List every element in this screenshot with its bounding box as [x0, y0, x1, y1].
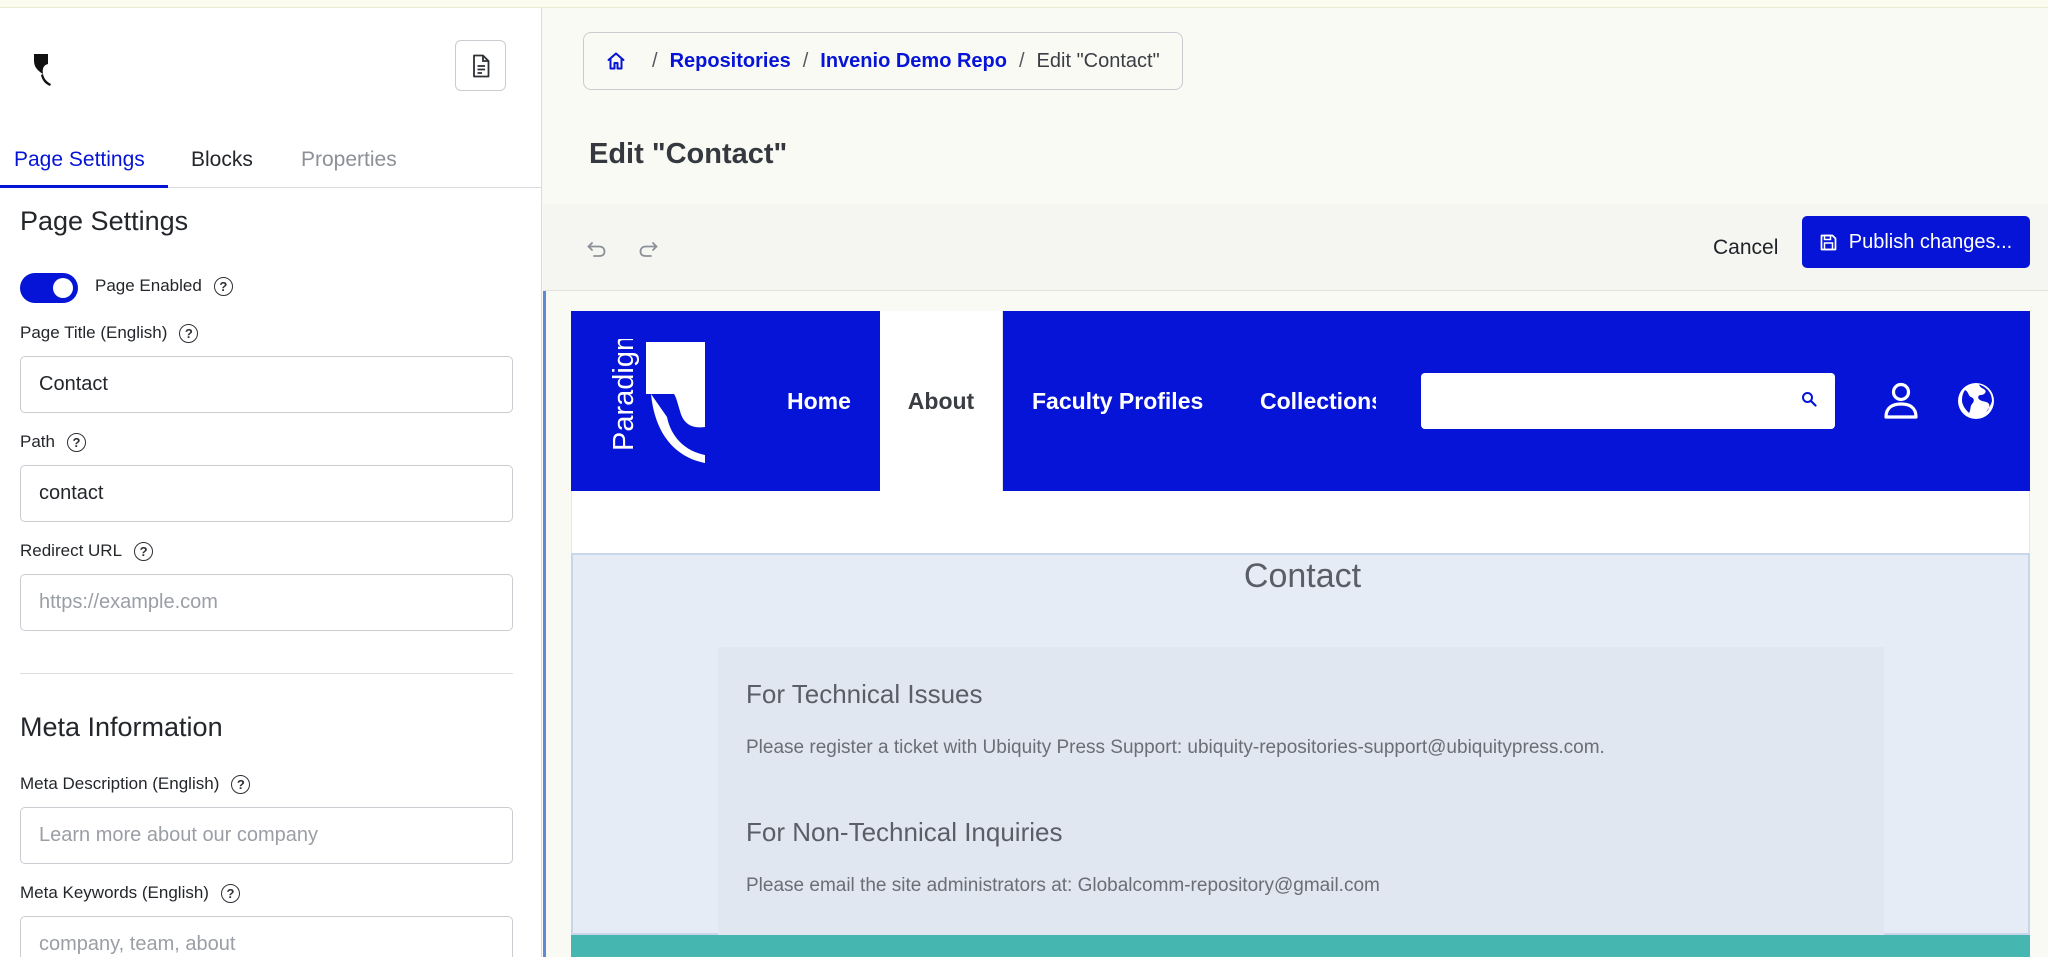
page-title-label: Page Title (English) ?: [20, 323, 199, 343]
redo-button[interactable]: [634, 235, 662, 263]
contact-section[interactable]: Contact For Technical Issues Please regi…: [571, 553, 2030, 937]
nav-home[interactable]: Home: [787, 311, 851, 491]
page-title-input[interactable]: [20, 356, 513, 413]
contact-card: For Technical Issues Please register a t…: [718, 647, 1884, 937]
breadcrumb-current: Edit "Contact": [1036, 49, 1160, 72]
redirect-url-label-text: Redirect URL: [20, 541, 123, 560]
nav-about[interactable]: About: [880, 311, 1003, 491]
path-input[interactable]: [20, 465, 513, 522]
breadcrumb-repo[interactable]: Invenio Demo Repo: [820, 50, 1007, 73]
help-icon[interactable]: ?: [179, 323, 199, 343]
page-settings-heading: Page Settings: [20, 206, 189, 236]
help-icon[interactable]: ?: [134, 541, 154, 561]
technical-issues-text: Please register a ticket with Ubiquity P…: [746, 737, 1605, 758]
site-logo-wordmark: Paradigm: [611, 339, 640, 451]
undo-icon: [587, 242, 606, 257]
footer-strip: [571, 935, 2030, 957]
meta-keywords-input[interactable]: [20, 916, 513, 957]
site-search-input[interactable]: [1421, 373, 1835, 429]
home-icon[interactable]: [606, 51, 626, 71]
breadcrumb-separator: /: [652, 49, 658, 72]
page-document-button[interactable]: [455, 40, 506, 91]
meta-description-label: Meta Description (English) ?: [20, 774, 251, 794]
publish-changes-button[interactable]: Publish changes...: [1802, 216, 2030, 268]
editor-main: / Repositories / Invenio Demo Repo / Edi…: [543, 8, 2048, 957]
sidebar-tabs: Page Settings Blocks Properties: [0, 134, 541, 188]
breadcrumb: / Repositories / Invenio Demo Repo / Edi…: [583, 32, 1183, 90]
path-label: Path ?: [20, 432, 86, 452]
globe-icon[interactable]: [1956, 381, 1996, 421]
breadcrumb-repositories[interactable]: Repositories: [670, 50, 791, 73]
preview-spacer: [571, 491, 2030, 553]
page-enabled-text: Page Enabled: [95, 276, 202, 295]
page-enabled-label: Page Enabled ?: [95, 276, 233, 296]
site-logo[interactable]: Paradigm: [611, 339, 711, 463]
cancel-button[interactable]: Cancel: [1713, 230, 1778, 266]
non-technical-text: Please email the site administrators at:…: [746, 875, 1380, 896]
section-divider: [20, 673, 513, 674]
nav-faculty-profiles[interactable]: Faculty Profiles: [1032, 311, 1203, 491]
help-icon[interactable]: ?: [220, 883, 240, 903]
tab-properties[interactable]: Properties: [301, 134, 397, 188]
top-edge: [0, 0, 2048, 8]
page-preview: Paradigm Home About Faculty Profiles Col…: [571, 311, 2030, 957]
app-logo-icon: [34, 54, 51, 86]
page-enabled-toggle[interactable]: [20, 273, 78, 303]
tab-page-settings[interactable]: Page Settings: [0, 134, 168, 188]
search-icon[interactable]: [1801, 391, 1817, 407]
redirect-url-label: Redirect URL ?: [20, 541, 154, 561]
redo-icon: [639, 242, 658, 257]
meta-keywords-label: Meta Keywords (English) ?: [20, 883, 240, 903]
help-icon[interactable]: ?: [231, 774, 251, 794]
help-icon[interactable]: ?: [66, 432, 86, 452]
publish-changes-label: Publish changes...: [1848, 230, 2013, 253]
help-icon[interactable]: ?: [213, 276, 233, 296]
redirect-url-input[interactable]: [20, 574, 513, 631]
breadcrumb-separator: /: [1018, 49, 1025, 72]
document-icon: [472, 54, 489, 77]
page-title: Edit "Contact": [589, 138, 788, 170]
editor-sidebar: Page Settings Blocks Properties Page Set…: [0, 8, 542, 957]
meta-keywords-label-text: Meta Keywords (English): [20, 883, 209, 902]
editor-toolbar: Cancel Publish changes...: [543, 204, 2048, 291]
path-label-text: Path: [20, 432, 55, 451]
meta-information-heading: Meta Information: [20, 712, 223, 742]
site-header: Paradigm Home About Faculty Profiles Col…: [571, 311, 2030, 491]
non-technical-heading: For Non-Technical Inquiries: [746, 817, 1063, 847]
breadcrumb-separator: /: [802, 49, 809, 72]
save-icon: [1820, 234, 1837, 251]
meta-description-label-text: Meta Description (English): [20, 774, 220, 793]
undo-button[interactable]: [583, 235, 611, 263]
preview-focus-rail: [543, 291, 546, 957]
contact-heading: Contact: [1243, 557, 1362, 595]
toggle-knob: [53, 278, 73, 298]
tab-blocks[interactable]: Blocks: [191, 134, 253, 188]
nav-collections[interactable]: Collections: [1260, 311, 1376, 491]
user-icon[interactable]: [1881, 381, 1921, 421]
page-title-label-text: Page Title (English): [20, 323, 168, 342]
technical-issues-heading: For Technical Issues: [746, 679, 983, 709]
meta-description-input[interactable]: [20, 807, 513, 864]
